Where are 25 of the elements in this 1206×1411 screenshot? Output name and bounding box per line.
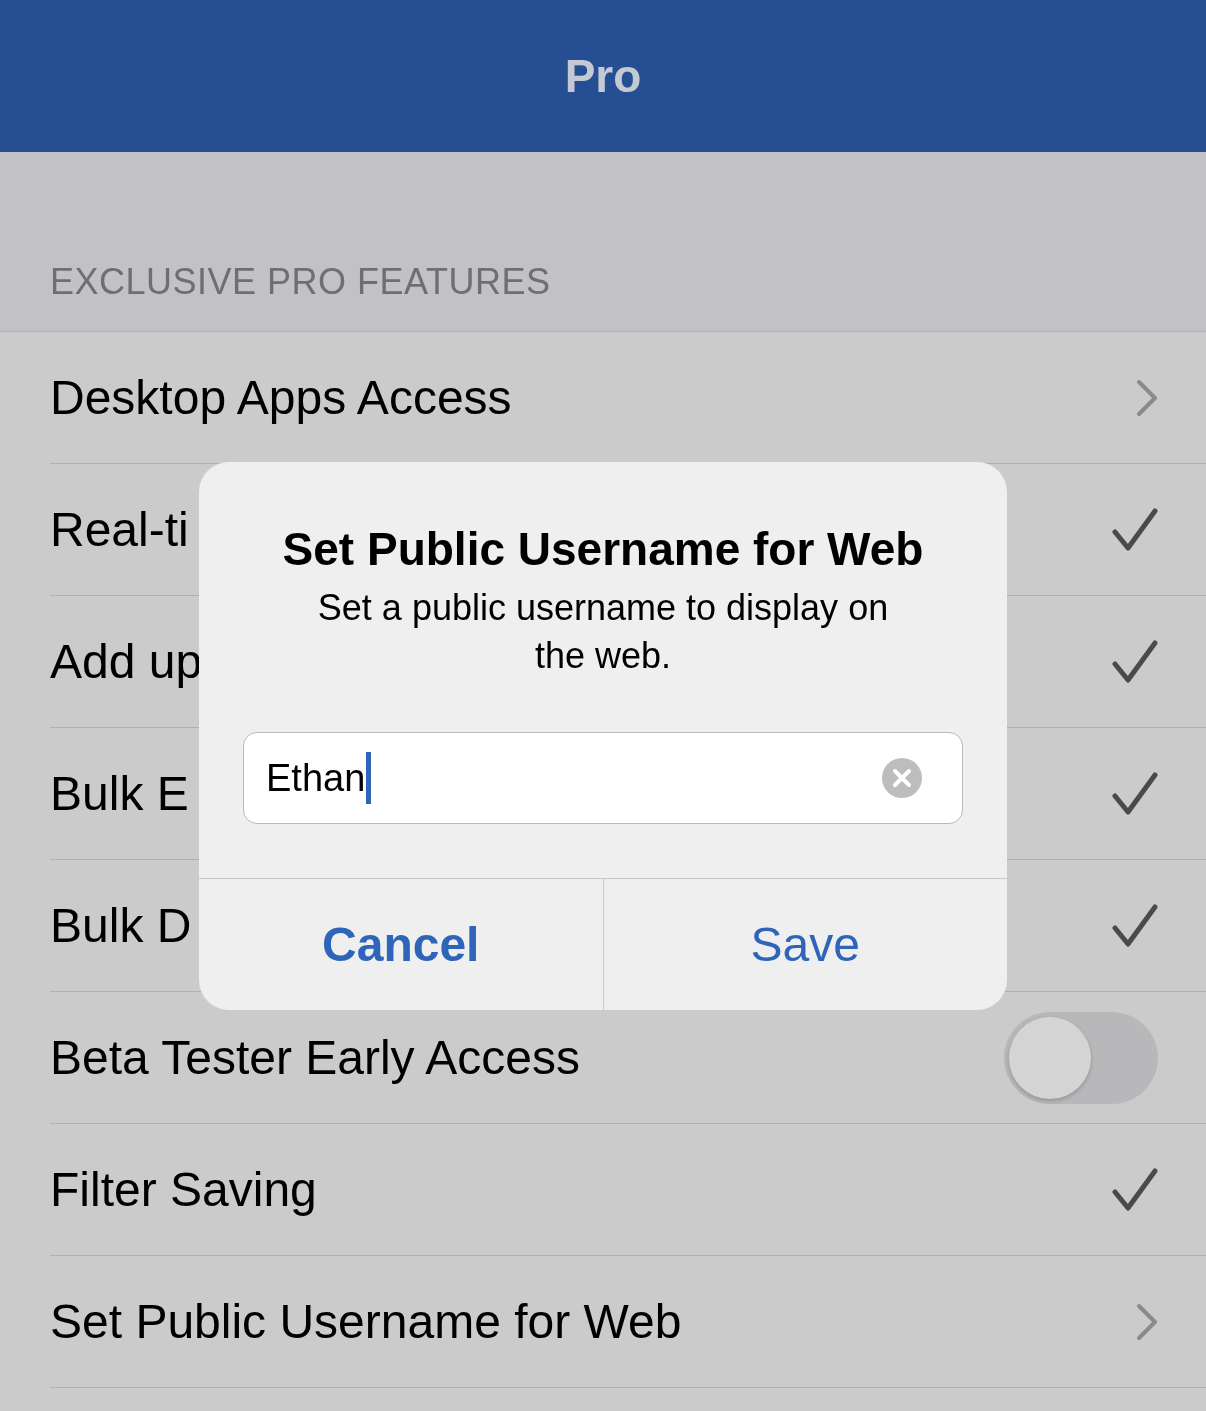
checkmark-icon bbox=[1112, 903, 1158, 948]
checkmark-icon bbox=[1112, 1167, 1158, 1212]
checkmark-icon bbox=[1112, 771, 1158, 816]
chevron-icon bbox=[1136, 378, 1158, 417]
row-label: Filter Saving bbox=[50, 1161, 317, 1218]
nav-title: Pro bbox=[564, 48, 642, 104]
row-label: Desktop Apps Access bbox=[50, 369, 512, 426]
row-label: Add up bbox=[50, 633, 203, 690]
field-value: Ethan bbox=[266, 755, 366, 801]
chevron-icon bbox=[1136, 1302, 1158, 1341]
checkmark-icon bbox=[1112, 639, 1158, 684]
row-label: Beta Tester Early Access bbox=[50, 1029, 580, 1086]
row-label: Set Public Username for Web bbox=[50, 1293, 682, 1350]
row-label: Bulk D bbox=[50, 897, 192, 954]
settings-row[interactable]: Filter Saving bbox=[50, 1124, 1206, 1256]
row-label: Bulk E bbox=[50, 765, 189, 822]
clear-icon[interactable] bbox=[882, 758, 922, 798]
username-field[interactable]: Ethan bbox=[243, 732, 963, 824]
dialog-title: Set Public Username for Web bbox=[282, 522, 924, 576]
dialog-message: Set a public username to display on the web. bbox=[316, 586, 890, 678]
row-label: Real-ti bbox=[50, 501, 189, 558]
save-button[interactable]: Save bbox=[602, 879, 1007, 1010]
checkmark-icon bbox=[1112, 507, 1158, 552]
settings-row[interactable]: Set Public Username for Web bbox=[50, 1256, 1206, 1388]
section-header: EXCLUSIVE PRO FEATURES bbox=[50, 260, 551, 304]
